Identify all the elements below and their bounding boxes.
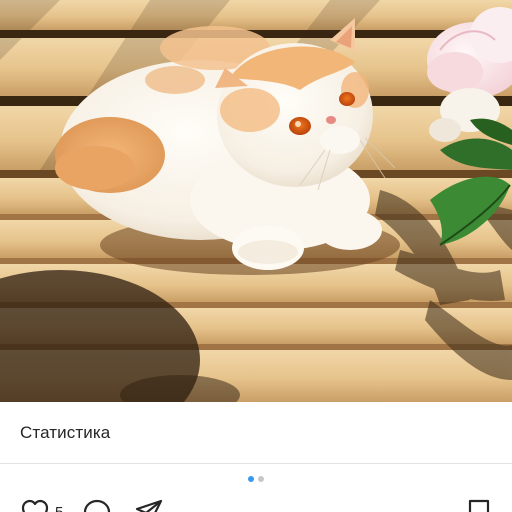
post-photo[interactable] bbox=[0, 0, 512, 402]
post-stats-row[interactable]: Статистика bbox=[0, 402, 512, 464]
carousel-dot bbox=[258, 476, 264, 482]
comment-icon[interactable] bbox=[82, 498, 112, 512]
send-icon[interactable] bbox=[134, 498, 164, 512]
cat-on-bench-image bbox=[0, 0, 512, 402]
stats-label[interactable]: Статистика bbox=[20, 423, 110, 443]
bookmark-icon[interactable] bbox=[464, 498, 494, 512]
like-count[interactable]: 5 bbox=[55, 504, 63, 512]
post-actions-bar: 5 bbox=[0, 494, 512, 512]
carousel-indicator bbox=[0, 476, 512, 484]
instagram-post-view: Статистика 5 bbox=[0, 0, 512, 512]
heart-icon[interactable] bbox=[20, 498, 50, 512]
carousel-dot-active bbox=[248, 476, 254, 482]
